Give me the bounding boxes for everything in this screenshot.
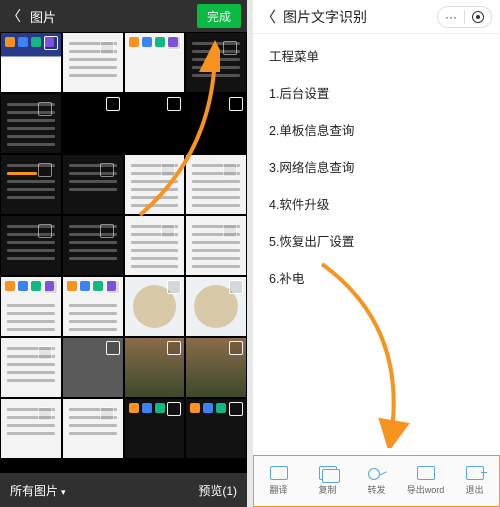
checkbox-icon[interactable] [44,36,58,50]
checkbox-icon[interactable] [229,402,243,416]
gallery-footer: 所有图片▾ 预览(1) [0,473,247,507]
thumbnail[interactable] [62,276,124,337]
ocr-header: 〈 图片文字识别 ··· [253,0,500,34]
copy-button[interactable]: 复制 [303,456,352,506]
checkbox-icon[interactable] [38,163,52,177]
checkbox-icon[interactable] [106,280,120,294]
checkbox-icon[interactable] [229,280,243,294]
checkbox-icon[interactable] [161,163,175,177]
thumbnail[interactable] [185,398,247,459]
ocr-line: 1.后台设置 [269,83,484,102]
ocr-line: 4.软件升级 [269,194,484,213]
thumbnail[interactable] [0,93,62,154]
thumbnail[interactable] [185,215,247,276]
thumbnail[interactable] [0,337,62,398]
miniprogram-capsule: ··· [437,6,492,28]
checkbox-icon[interactable] [38,102,52,116]
exit-icon [466,466,484,480]
ocr-line: 6.补电 [269,268,484,287]
ocr-line: 3.网络信息查询 [269,157,484,176]
ocr-screen: 〈 图片文字识别 ··· 工程菜单 1.后台设置 2.单板信息查询 3.网络信息… [253,0,500,507]
translate-icon [270,466,288,480]
thumbnail[interactable] [62,398,124,459]
more-icon[interactable]: ··· [438,10,464,24]
checkbox-icon[interactable] [167,36,181,50]
thumbnail[interactable] [124,215,186,276]
thumbnail[interactable] [0,32,62,93]
export-word-button[interactable]: 导出word [401,456,450,506]
checkbox-icon[interactable] [167,341,181,355]
thumbnail-grid [0,32,247,473]
thumbnail[interactable] [185,32,247,93]
thumbnail[interactable] [185,337,247,398]
checkbox-icon[interactable] [100,224,114,238]
checkbox-icon[interactable] [161,224,175,238]
thumbnail[interactable] [62,215,124,276]
checkbox-icon[interactable] [223,224,237,238]
toolbar-label: 转发 [367,483,385,496]
thumbnail[interactable] [185,93,247,154]
toolbar-label: 退出 [465,483,483,496]
thumbnail[interactable] [124,32,186,93]
thumbnail[interactable] [0,276,62,337]
preview-button[interactable]: 预览(1) [198,482,237,499]
ocr-line: 2.单板信息查询 [269,120,484,139]
checkbox-icon[interactable] [223,163,237,177]
checkbox-icon[interactable] [100,41,114,55]
thumbnail[interactable] [124,276,186,337]
done-button[interactable]: 完成 [197,4,241,28]
ocr-title: 图片文字识别 [281,7,437,27]
thumbnail[interactable] [62,32,124,93]
thumbnail[interactable] [124,337,186,398]
checkbox-icon[interactable] [44,280,58,294]
checkbox-icon[interactable] [229,341,243,355]
exit-button[interactable]: 退出 [450,456,499,506]
ocr-line: 工程菜单 [269,46,484,65]
thumbnail[interactable] [0,154,62,215]
thumbnail[interactable] [0,215,62,276]
checkbox-icon[interactable] [167,280,181,294]
toolbar-label: 导出word [407,483,445,496]
thumbnail[interactable] [62,93,124,154]
toolbar-label: 翻译 [269,483,287,496]
gallery-header: 〈 图片 完成 [0,0,247,32]
copy-icon [319,466,337,480]
back-icon[interactable]: 〈 [0,6,28,26]
thumbnail[interactable] [124,154,186,215]
gallery-screen: 〈 图片 完成 [0,0,247,507]
ocr-toolbar: 翻译 复制 转发 导出word 退出 [253,455,500,507]
checkbox-icon[interactable] [38,407,52,421]
share-icon [368,466,386,480]
word-icon [417,466,435,480]
checkbox-icon[interactable] [38,224,52,238]
checkbox-icon[interactable] [106,341,120,355]
forward-button[interactable]: 转发 [352,456,401,506]
thumbnail[interactable] [185,276,247,337]
close-icon[interactable] [465,11,491,23]
translate-button[interactable]: 翻译 [254,456,303,506]
checkbox-icon[interactable] [106,97,120,111]
checkbox-icon[interactable] [100,163,114,177]
thumbnail[interactable] [0,398,62,459]
back-icon[interactable]: 〈 [261,6,281,27]
checkbox-icon[interactable] [100,407,114,421]
thumbnail[interactable] [124,93,186,154]
ocr-result-body: 工程菜单 1.后台设置 2.单板信息查询 3.网络信息查询 4.软件升级 5.恢… [253,34,500,455]
checkbox-icon[interactable] [223,41,237,55]
gallery-title: 图片 [28,7,191,26]
checkbox-icon[interactable] [167,97,181,111]
checkbox-icon[interactable] [167,402,181,416]
ocr-line: 5.恢复出厂设置 [269,231,484,250]
checkbox-icon[interactable] [38,346,52,360]
all-photos-dropdown[interactable]: 所有图片▾ [10,482,66,499]
thumbnail[interactable] [62,154,124,215]
thumbnail[interactable] [185,154,247,215]
checkbox-icon[interactable] [229,97,243,111]
thumbnail[interactable] [124,398,186,459]
thumbnail[interactable] [62,337,124,398]
toolbar-label: 复制 [318,483,336,496]
